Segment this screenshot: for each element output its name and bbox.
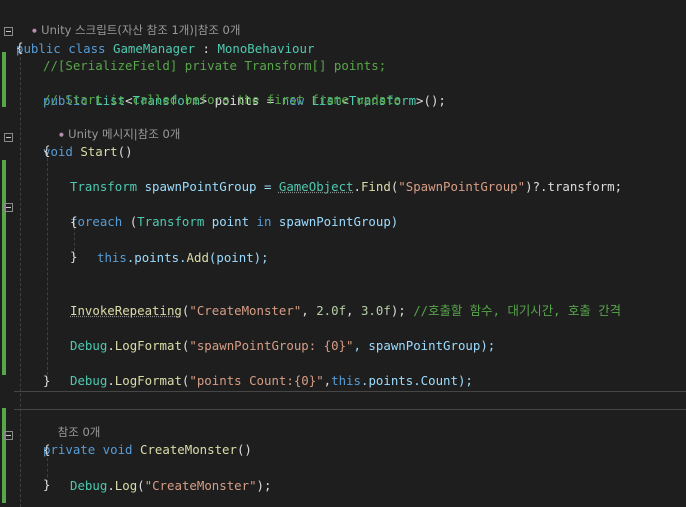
code-line-brace[interactable]: { <box>43 142 50 160</box>
code-line-debug-logformat[interactable]: Debug.LogFormat("points Count:{0}",this.… <box>70 354 473 388</box>
code-line-debug-logformat[interactable]: Debug.LogFormat("spawnPointGroup: {0}", … <box>70 319 495 353</box>
code-line-start-decl[interactable]: void Start() <box>43 125 133 159</box>
code-line-create-monster-decl[interactable]: private void CreateMonster() <box>43 423 252 457</box>
code-line-comment[interactable]: //[SerializeField] private Transform[] p… <box>43 57 386 75</box>
codelens-create-monster[interactable]: 참조 0개 <box>43 406 101 439</box>
change-bar <box>2 52 6 107</box>
code-line-brace[interactable]: { <box>16 39 23 57</box>
code-editor[interactable]: ⚫ Unity 스크립트(자산 참조 1개)|참조 0개 public class… <box>0 0 686 507</box>
code-line-debug-log[interactable]: Debug.Log("CreateMonster"); <box>70 459 271 493</box>
code-line-brace[interactable]: } <box>70 248 77 266</box>
codelens-start[interactable]: ⚫ Unity 메시지|참조 0개 <box>43 108 181 141</box>
code-line-spawn-group[interactable]: Transform spawnPointGroup = GameObject.F… <box>70 160 622 194</box>
collapse-minus-icon[interactable] <box>4 133 13 142</box>
code-line-brace[interactable]: } <box>43 476 50 494</box>
change-bar <box>2 408 6 503</box>
code-line-foreach[interactable]: foreach (Transform point in spawnPointGr… <box>70 195 398 229</box>
current-line-highlight <box>14 391 686 410</box>
code-line-points-add[interactable]: this.points.Add(point); <box>97 231 269 265</box>
collapse-minus-icon[interactable] <box>4 27 13 36</box>
change-bar <box>2 160 6 375</box>
collapse-minus-icon[interactable] <box>4 431 13 440</box>
code-line-points-field[interactable]: public List<Transform> points = new List… <box>43 74 446 108</box>
code-line-brace[interactable]: } <box>43 372 50 390</box>
code-line-comment[interactable]: // Start is called before the first fram… <box>43 91 401 109</box>
code-line-brace[interactable]: { <box>70 213 77 231</box>
collapse-minus-icon[interactable] <box>4 203 13 212</box>
codelens-class[interactable]: ⚫ Unity 스크립트(자산 참조 1개)|참조 0개 <box>16 4 241 37</box>
indent-guide <box>20 42 21 507</box>
code-line-class-decl[interactable]: public class GameManager : MonoBehaviour <box>16 22 314 56</box>
code-line-invoke-repeating[interactable]: InvokeRepeating("CreateMonster", 2.0f, 3… <box>70 284 621 318</box>
indent-guide <box>47 158 48 380</box>
code-line-brace[interactable]: { <box>43 441 50 459</box>
